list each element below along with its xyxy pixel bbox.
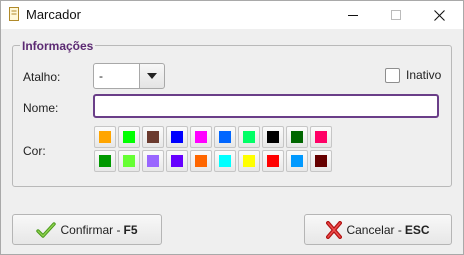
color-swatch-button[interactable] [94, 150, 116, 172]
cancel-x-icon [326, 220, 343, 239]
color-swatch-button[interactable] [118, 126, 140, 148]
color-chip [243, 155, 255, 167]
nome-label: Nome: [23, 101, 59, 115]
color-swatch-button[interactable] [190, 126, 212, 148]
color-chip [315, 155, 327, 167]
color-chip [99, 131, 111, 143]
color-chip [99, 155, 111, 167]
color-swatch-button[interactable] [214, 126, 236, 148]
checkmark-icon [36, 221, 57, 238]
color-chip [195, 155, 207, 167]
color-swatch-button[interactable] [142, 126, 164, 148]
color-chip [219, 131, 231, 143]
color-chip [171, 155, 183, 167]
color-swatch-button[interactable] [286, 126, 308, 148]
color-chip [171, 131, 183, 143]
color-chip [123, 131, 135, 143]
color-chip [219, 155, 231, 167]
color-swatch-button[interactable] [166, 150, 188, 172]
color-chip [195, 131, 207, 143]
confirm-label: Confirmar - [60, 222, 121, 237]
chevron-down-icon [147, 73, 157, 79]
color-chip [291, 155, 303, 167]
color-chip [243, 131, 255, 143]
maximize-icon [391, 10, 401, 20]
atalho-value: - [99, 69, 103, 83]
color-swatch-button[interactable] [142, 150, 164, 172]
color-swatch-button[interactable] [166, 126, 188, 148]
color-chip [147, 131, 159, 143]
app-icon [9, 7, 19, 21]
color-chip [267, 155, 279, 167]
window-title: Marcador [26, 7, 81, 22]
color-swatch-button[interactable] [310, 126, 332, 148]
color-swatch-button[interactable] [238, 150, 260, 172]
cancel-shortcut: ESC [404, 222, 430, 237]
maximize-button[interactable] [374, 1, 418, 29]
cor-label: Cor: [23, 144, 46, 158]
atalho-value-field[interactable]: - [93, 63, 140, 89]
confirm-button[interactable]: Confirmar - F5 [12, 214, 162, 245]
color-chip [123, 155, 135, 167]
cancel-button[interactable]: Cancelar - ESC [304, 214, 452, 245]
color-swatch-button[interactable] [94, 126, 116, 148]
minimize-button[interactable] [331, 1, 375, 29]
color-chip [147, 155, 159, 167]
nome-input[interactable] [93, 94, 439, 118]
color-swatch-button[interactable] [310, 150, 332, 172]
color-swatch-button[interactable] [262, 126, 284, 148]
atalho-label: Atalho: [23, 70, 61, 84]
color-swatch-button[interactable] [190, 150, 212, 172]
color-swatch-button[interactable] [286, 150, 308, 172]
marcador-dialog: Marcador Informações Atalho: - Inativo N… [0, 0, 464, 255]
color-chip [315, 131, 327, 143]
atalho-combobox[interactable]: - [93, 63, 165, 89]
color-chip [267, 131, 279, 143]
confirm-shortcut: F5 [123, 222, 138, 237]
color-swatch-button[interactable] [262, 150, 284, 172]
atalho-dropdown-button[interactable] [139, 63, 165, 89]
title-bar: Marcador [1, 1, 463, 29]
color-swatch-button[interactable] [214, 150, 236, 172]
inativo-label[interactable]: Inativo [406, 68, 441, 82]
color-swatch-button[interactable] [238, 126, 260, 148]
close-icon [433, 9, 445, 21]
cancel-label: Cancelar - [346, 222, 402, 237]
group-legend: Informações [20, 39, 96, 53]
inativo-checkbox[interactable] [385, 68, 400, 83]
color-swatch-button[interactable] [118, 150, 140, 172]
minimize-icon [348, 15, 358, 16]
color-chip [291, 131, 303, 143]
close-button[interactable] [417, 1, 461, 29]
